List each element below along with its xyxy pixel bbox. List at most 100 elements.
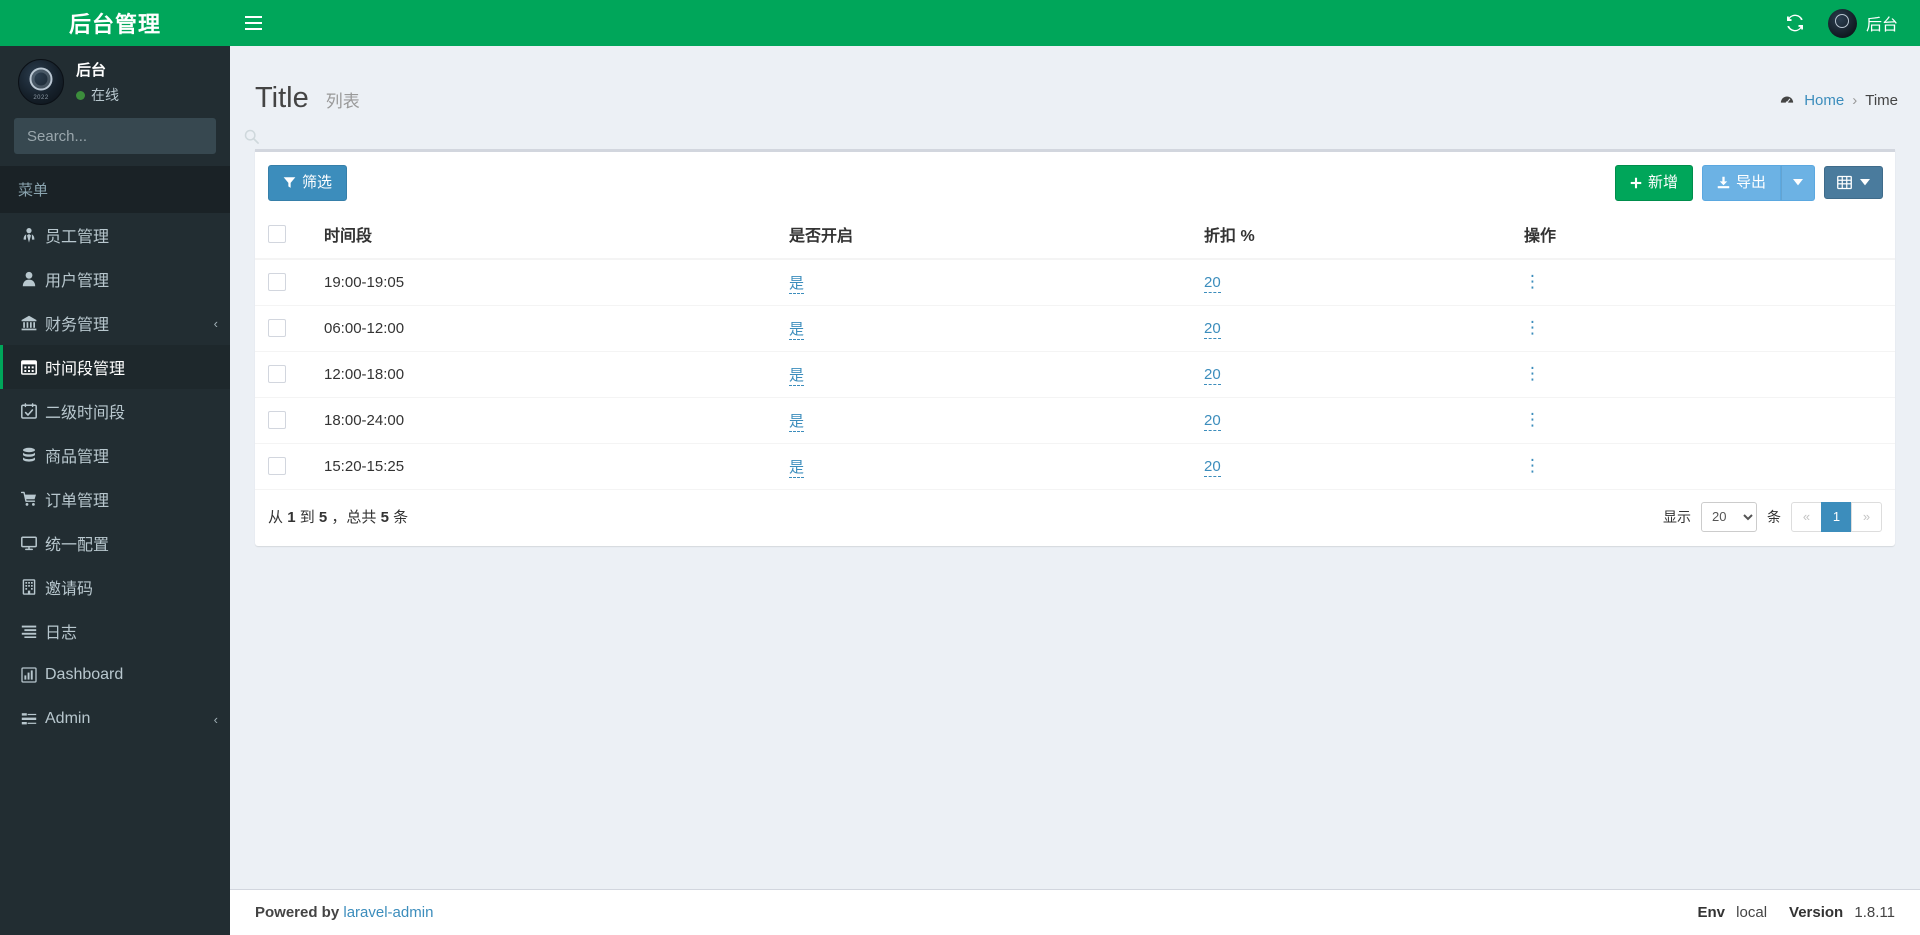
perpage-select[interactable]: 20103050100 <box>1701 501 1757 532</box>
pagination-prev[interactable]: « <box>1791 501 1822 532</box>
export-button-group: 导出 <box>1701 164 1815 201</box>
row-time: 12:00-18:00 <box>311 350 781 398</box>
refresh-button[interactable] <box>1772 0 1818 46</box>
search-icon <box>244 129 259 144</box>
row-checkbox[interactable] <box>268 365 286 384</box>
rows-summary-total: 5 <box>380 509 389 527</box>
row-discount-value[interactable]: 20 <box>1204 319 1221 339</box>
sidebar-user-panel: 后台 在线 <box>0 46 230 118</box>
sidebar-item-label: Admin <box>45 710 91 727</box>
sidebar-item-label: 日志 <box>45 625 78 642</box>
export-dropdown-toggle[interactable] <box>1781 164 1815 201</box>
row-discount-value[interactable]: 20 <box>1204 273 1221 293</box>
sidebar-item-secondary-time[interactable]: 二级时间段 <box>0 389 230 433</box>
topbar-user-menu[interactable]: 后台 <box>1818 0 1904 46</box>
rows-summary-sep: ，总共 <box>331 509 377 527</box>
row-time: 06:00-12:00 <box>311 304 781 352</box>
sidebar-item-orders[interactable]: 订单管理 <box>0 477 230 521</box>
filter-button[interactable]: 筛选 <box>268 164 348 201</box>
footer-env-label: Env <box>1697 904 1725 921</box>
sidebar-item-label: Dashboard <box>45 666 124 683</box>
select-all-checkbox[interactable] <box>268 224 286 243</box>
sidebar-search-box[interactable] <box>14 118 259 154</box>
perpage-unit: 条 <box>1767 508 1781 525</box>
hamburger-icon[interactable] <box>230 0 276 46</box>
user-tie-icon <box>21 227 45 243</box>
sidebar-item-logs[interactable]: 日志 <box>0 609 230 653</box>
row-checkbox[interactable] <box>268 319 286 338</box>
sidebar-item-label: 员工管理 <box>45 229 110 246</box>
topbar-avatar <box>1827 8 1857 38</box>
sidebar-item-label: 用户管理 <box>45 273 110 290</box>
row-actions-cell: ⋮ <box>1516 442 1895 489</box>
topbar-user-label: 后台 <box>1865 17 1898 34</box>
page-title-text: Title <box>255 82 309 115</box>
sidebar-item-finance[interactable]: 财务管理 ‹ <box>0 301 230 345</box>
table-header-select-all <box>255 211 311 260</box>
row-enabled-value[interactable]: 是 <box>789 458 805 478</box>
column-selector-button[interactable] <box>1824 166 1883 200</box>
row-checkbox[interactable] <box>268 411 286 430</box>
sidebar-item-staff[interactable]: 员工管理 <box>0 213 230 257</box>
topbar: 后台 <box>230 0 1920 46</box>
sidebar-item-unified-config[interactable]: 统一配置 <box>0 521 230 565</box>
pagination-next[interactable]: » <box>1851 501 1882 532</box>
export-button[interactable]: 导出 <box>1701 164 1781 201</box>
main-area: 后台 Title 列表 Home › Time 筛选 新增 导出 时间段 是否开… <box>230 0 1920 935</box>
kebab-menu-icon[interactable]: ⋮ <box>1524 411 1541 428</box>
kebab-menu-icon[interactable]: ⋮ <box>1524 365 1541 382</box>
row-actions-cell: ⋮ <box>1516 304 1895 352</box>
sidebar-item-products[interactable]: 商品管理 <box>0 433 230 477</box>
sidebar-item-time-management[interactable]: 时间段管理 <box>0 345 230 389</box>
row-enabled-value[interactable]: 是 <box>789 320 805 340</box>
row-discount-cell: 20 <box>1196 396 1516 444</box>
row-discount-value[interactable]: 20 <box>1204 457 1221 477</box>
row-enabled-value[interactable]: 是 <box>789 274 805 294</box>
bar-chart-icon <box>21 667 45 683</box>
sidebar-item-label: 订单管理 <box>45 493 110 510</box>
pagination: « 1 » <box>1791 501 1882 532</box>
search-button[interactable] <box>238 119 273 153</box>
grid-toolbar-right: 新增 导出 <box>1614 164 1883 201</box>
footer-env-value: local <box>1736 904 1768 921</box>
dashboard-icon <box>1780 93 1794 107</box>
data-table: 时间段 是否开启 折扣 % 操作 19:00-19:05 是 20 ⋮ 06:0… <box>255 211 1895 489</box>
row-enabled-cell: 是 <box>781 396 1196 444</box>
kebab-menu-icon[interactable]: ⋮ <box>1524 457 1541 474</box>
sidebar-item-users[interactable]: 用户管理 <box>0 257 230 301</box>
row-discount-value[interactable]: 20 <box>1204 365 1221 385</box>
content-header: Title 列表 Home › Time <box>230 46 1920 149</box>
footer-powered-link[interactable]: laravel-admin <box>343 904 433 921</box>
sidebar-item-admin[interactable]: Admin ‹ <box>0 697 230 741</box>
sidebar-item-invite-code[interactable]: 邀请码 <box>0 565 230 609</box>
footer-version-label: Version <box>1789 904 1844 921</box>
row-actions-cell: ⋮ <box>1516 258 1895 306</box>
row-discount-cell: 20 <box>1196 258 1516 306</box>
topbar-right: 后台 <box>1772 0 1920 46</box>
row-enabled-value[interactable]: 是 <box>789 412 805 432</box>
sidebar-logo[interactable]: 后台管理 <box>0 0 230 46</box>
pagination-page-1[interactable]: 1 <box>1821 501 1852 532</box>
kebab-menu-icon[interactable]: ⋮ <box>1524 319 1541 336</box>
footer-powered: Powered by laravel-admin <box>255 904 433 921</box>
kebab-menu-icon[interactable]: ⋮ <box>1524 273 1541 290</box>
row-checkbox[interactable] <box>268 273 286 292</box>
sidebar-search-wrap <box>0 118 259 166</box>
calendar-check-icon <box>21 403 45 419</box>
table-header-actions: 操作 <box>1516 211 1895 260</box>
row-discount-value[interactable]: 20 <box>1204 411 1221 431</box>
new-button-label: 新增 <box>1647 173 1678 191</box>
breadcrumb-home-link[interactable]: Home <box>1804 92 1844 109</box>
user-icon <box>21 271 45 287</box>
row-checkbox[interactable] <box>268 457 286 476</box>
row-enabled-cell: 是 <box>781 350 1196 398</box>
row-time: 19:00-19:05 <box>311 258 781 306</box>
row-select-cell <box>255 350 311 398</box>
row-enabled-value[interactable]: 是 <box>789 366 805 386</box>
pager-controls: 显示 20103050100 条 « 1 » <box>1663 501 1882 532</box>
new-button[interactable]: 新增 <box>1614 164 1693 201</box>
sidebar-item-label: 二级时间段 <box>45 405 126 422</box>
search-input[interactable] <box>15 127 238 145</box>
caret-down-icon <box>1860 179 1870 186</box>
sidebar-item-dashboard[interactable]: Dashboard <box>0 653 230 697</box>
